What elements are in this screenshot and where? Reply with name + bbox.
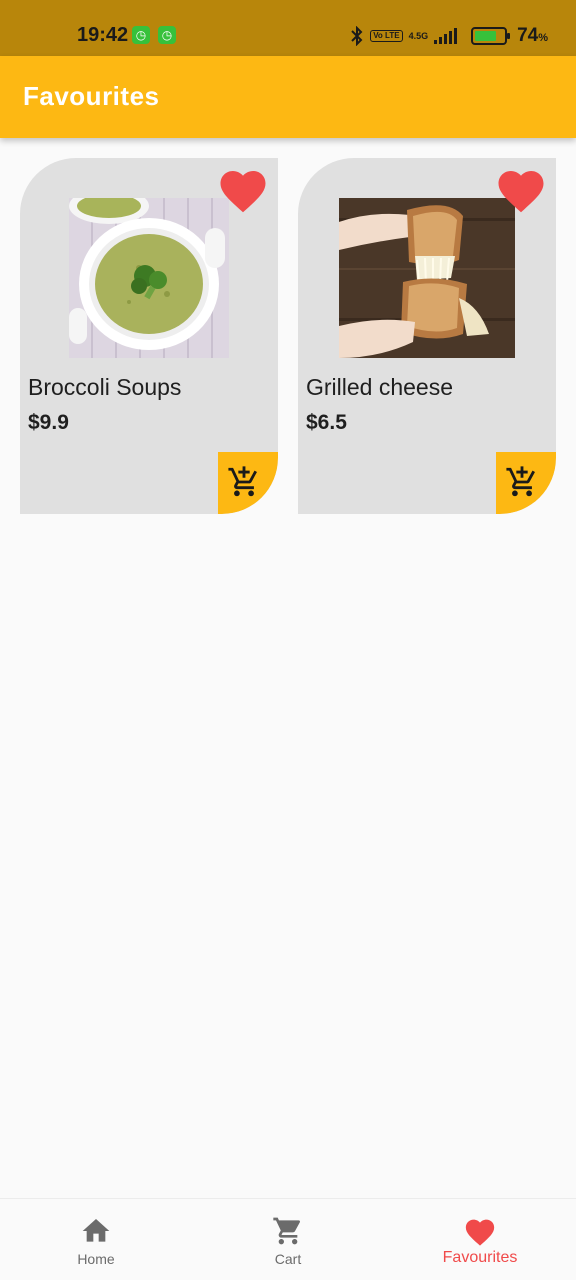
battery-icon	[471, 27, 511, 45]
bottom-navigation: Home Cart Favourites	[0, 1198, 576, 1280]
nav-item-home[interactable]: Home	[0, 1199, 192, 1280]
heart-icon	[498, 171, 544, 213]
add-shopping-cart-icon	[506, 466, 535, 497]
food-name: Grilled cheese	[306, 374, 454, 400]
page-title: Favourites	[23, 81, 160, 111]
home-icon	[82, 1219, 110, 1242]
food-price: $9.9	[28, 411, 69, 434]
status-bar: 19:42 ◷ ◷ Vo LTE 4.5G 74%	[0, 0, 576, 56]
favourite-toggle-button[interactable]	[216, 164, 270, 214]
cart-icon	[273, 1217, 301, 1245]
food-name: Broccoli Soups	[28, 374, 182, 400]
alarm-icon: ◷	[132, 26, 150, 44]
heart-icon	[465, 1219, 495, 1246]
nav-label: Favourites	[442, 1249, 518, 1266]
food-price: $6.5	[306, 411, 347, 434]
add-to-cart-button[interactable]	[218, 452, 278, 514]
signal-icon	[434, 28, 458, 44]
battery-percent: 74%	[517, 25, 548, 46]
nav-item-favourites[interactable]: Favourites	[384, 1199, 576, 1280]
heart-icon	[220, 171, 266, 213]
favourite-card[interactable]: Grilled cheese $6.5	[298, 158, 556, 514]
status-time: 19:42	[77, 24, 129, 46]
nav-label: Home	[77, 1251, 115, 1267]
favourite-toggle-button[interactable]	[494, 164, 548, 214]
app-bar: Favourites	[0, 56, 576, 138]
status-indicators: Vo LTE 4.5G 74%	[350, 22, 548, 50]
broccoli-soup-image	[69, 198, 229, 358]
volte-badge: Vo LTE	[370, 30, 403, 42]
add-shopping-cart-icon	[228, 466, 257, 497]
network-type: 4.5G	[408, 30, 429, 41]
favourite-card[interactable]: Broccoli Soups $9.9	[20, 158, 278, 514]
nav-label: Cart	[274, 1251, 302, 1267]
add-to-cart-button[interactable]	[496, 452, 556, 514]
alarm-icon: ◷	[158, 26, 176, 44]
bluetooth-icon	[351, 26, 363, 46]
grilled-cheese-image	[339, 198, 515, 358]
nav-item-cart[interactable]: Cart	[192, 1199, 384, 1280]
